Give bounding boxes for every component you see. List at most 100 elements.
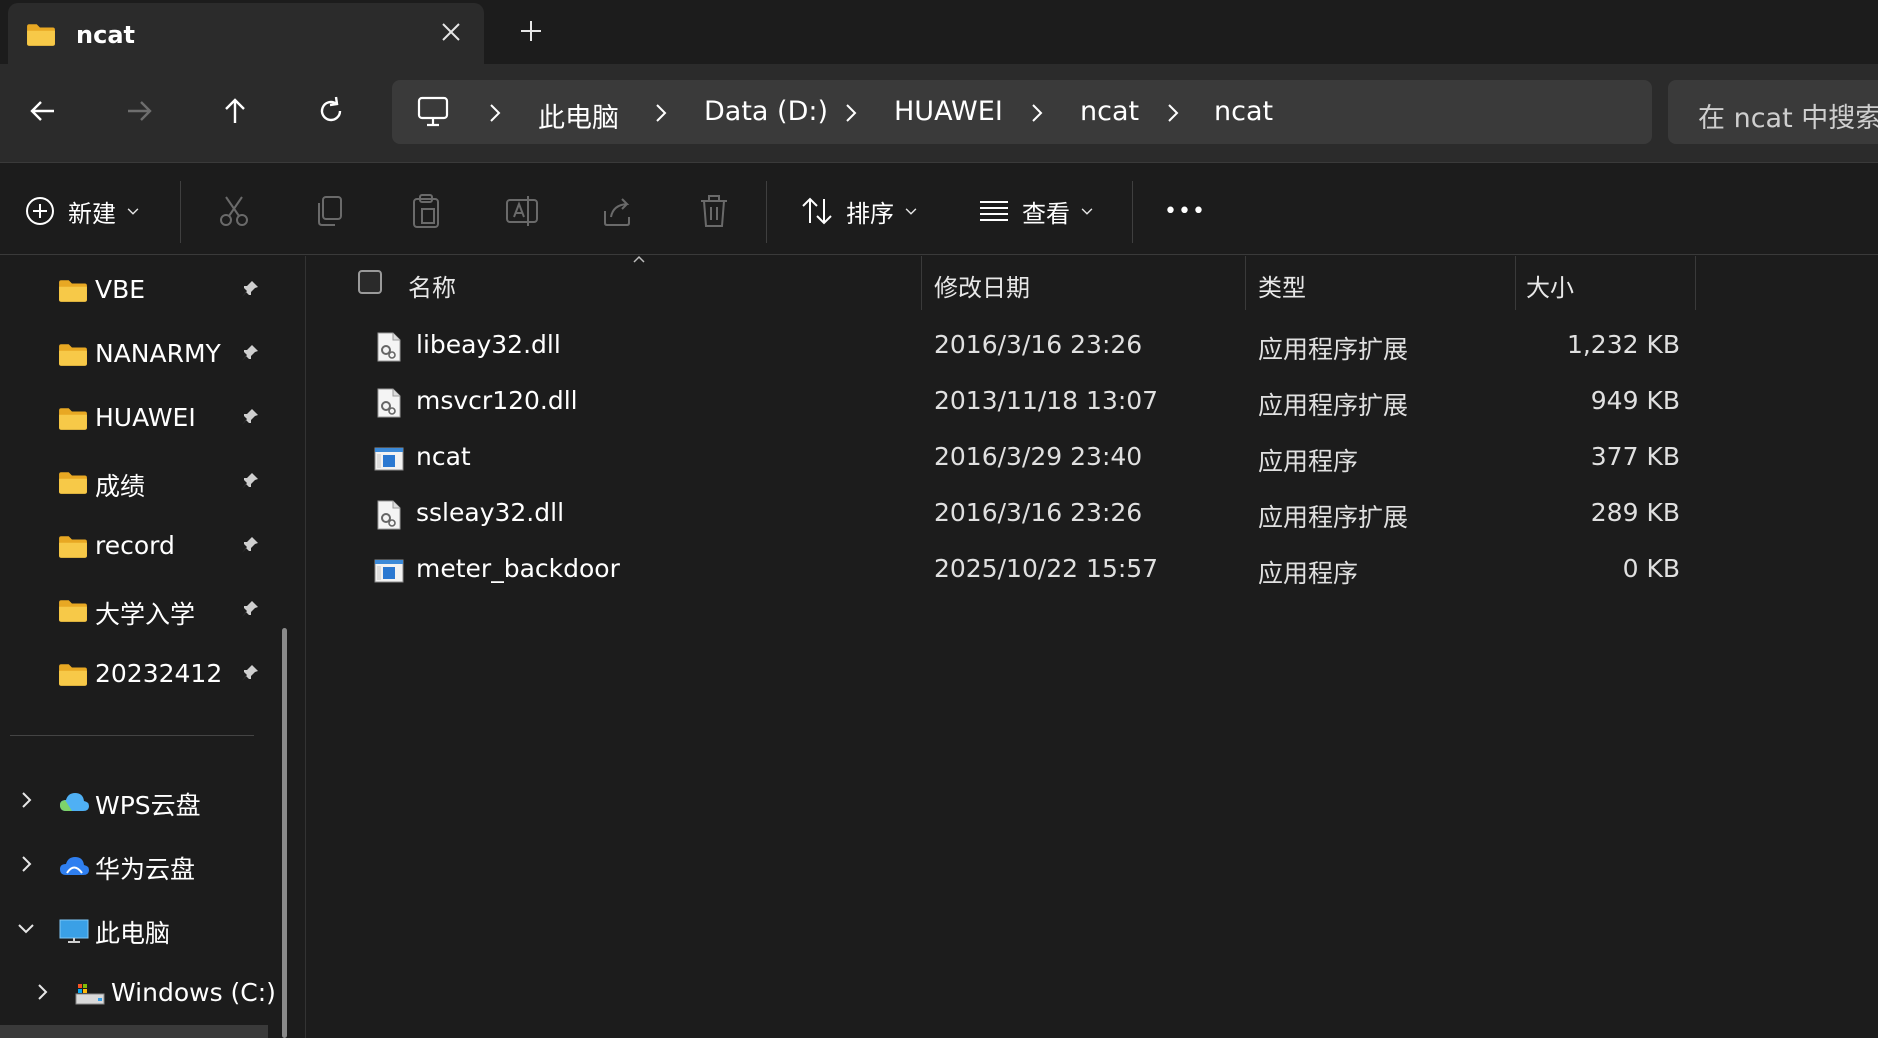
- sidebar-item-vbe[interactable]: VBE: [0, 261, 290, 317]
- pin-icon[interactable]: [240, 599, 260, 619]
- search-input[interactable]: 在 ncat 中搜索: [1668, 80, 1878, 144]
- sidebar-item-huawei[interactable]: HUAWEI: [0, 389, 290, 445]
- tab-ncat[interactable]: ncat: [8, 3, 484, 64]
- column-divider[interactable]: [921, 256, 922, 310]
- file-size: 289 KB: [1590, 498, 1680, 527]
- breadcrumb[interactable]: 此电脑 Data (D:) HUAWEI ncat ncat: [392, 80, 1652, 144]
- chevron-down-icon: [126, 204, 140, 218]
- column-divider[interactable]: [1695, 256, 1696, 310]
- file-row[interactable]: meter_backdoor 2025/10/22 15:57 应用程序 0 K…: [306, 542, 1706, 598]
- sidebar-item-windows-c[interactable]: Windows (C:): [0, 964, 290, 1020]
- wps-cloud-icon: [60, 793, 89, 811]
- pin-icon[interactable]: [240, 471, 260, 491]
- tab-title: ncat: [76, 21, 135, 49]
- pin-icon[interactable]: [240, 535, 260, 555]
- sort-button[interactable]: 排序: [800, 191, 918, 231]
- toolbar-divider: [180, 181, 181, 243]
- folder-icon: [58, 279, 88, 303]
- file-row[interactable]: libeay32.dll 2016/3/16 23:26 应用程序扩展 1,23…: [306, 318, 1706, 374]
- chevron-down-icon: [1080, 204, 1094, 218]
- paste-icon[interactable]: [408, 191, 444, 231]
- breadcrumb-ncat[interactable]: ncat: [1080, 96, 1139, 127]
- file-type: 应用程序: [1258, 447, 1359, 476]
- file-type: 应用程序扩展: [1258, 335, 1409, 364]
- pin-icon[interactable]: [240, 663, 260, 683]
- file-name: meter_backdoor: [416, 554, 620, 583]
- column-divider[interactable]: [1245, 256, 1246, 310]
- sidebar-item-label: 华为云盘: [95, 855, 196, 884]
- file-size: 1,232 KB: [1566, 330, 1680, 359]
- dll-icon: [376, 388, 402, 418]
- column-type[interactable]: 类型: [1258, 268, 1306, 303]
- sidebar-item-label: 成绩: [95, 472, 146, 501]
- file-type: 应用程序: [1258, 559, 1359, 588]
- sidebar-divider: [10, 735, 254, 736]
- breadcrumb-huawei[interactable]: HUAWEI: [894, 96, 1003, 127]
- new-tab-button[interactable]: [516, 16, 546, 46]
- column-name[interactable]: 名称: [408, 268, 456, 303]
- pin-icon[interactable]: [240, 407, 260, 427]
- chevron-right-icon[interactable]: [1028, 102, 1046, 124]
- toolbar-divider: [1132, 181, 1133, 243]
- sidebar-item-university[interactable]: 大学入学: [0, 581, 290, 637]
- file-row[interactable]: msvcr120.dll 2013/11/18 13:07 应用程序扩展 949…: [306, 374, 1706, 430]
- exe-icon: [374, 446, 404, 472]
- view-button[interactable]: 查看: [978, 191, 1094, 231]
- sort-icon: [802, 197, 832, 225]
- rename-icon[interactable]: [504, 191, 540, 231]
- copy-icon[interactable]: [312, 191, 348, 231]
- back-button[interactable]: [26, 94, 60, 128]
- delete-icon[interactable]: [696, 191, 732, 231]
- select-all-checkbox[interactable]: [358, 270, 382, 294]
- share-icon[interactable]: [600, 191, 636, 231]
- column-divider[interactable]: [1515, 256, 1516, 310]
- sidebar-item-record[interactable]: record: [0, 517, 290, 573]
- refresh-button[interactable]: [314, 94, 348, 128]
- chevron-right-icon[interactable]: [1164, 102, 1182, 124]
- sidebar-item-20232412[interactable]: 20232412: [0, 645, 290, 701]
- file-modified: 2016/3/16 23:26: [934, 330, 1143, 359]
- file-list: 名称 修改日期 类型 大小 libeay32.dll 2016/3/16 23:…: [306, 255, 1878, 1038]
- file-modified: 2016/3/16 23:26: [934, 498, 1143, 527]
- breadcrumb-data-d[interactable]: Data (D:): [704, 96, 828, 127]
- chevron-right-icon[interactable]: [486, 102, 504, 124]
- sidebar-item-label: Windows (C:): [111, 978, 276, 1007]
- forward-button[interactable]: [122, 94, 156, 128]
- sidebar-item-wps-cloud[interactable]: WPS云盘: [0, 772, 290, 828]
- column-modified[interactable]: 修改日期: [934, 268, 1030, 303]
- this-pc-icon[interactable]: [416, 96, 450, 128]
- file-name: ssleay32.dll: [416, 498, 565, 527]
- folder-icon: [26, 23, 56, 47]
- sidebar-scrollbar[interactable]: [282, 628, 287, 1038]
- breadcrumb-this-pc[interactable]: 此电脑: [538, 96, 619, 135]
- breadcrumb-ncat-current[interactable]: ncat: [1214, 96, 1273, 127]
- view-list-icon: [980, 201, 1008, 221]
- sidebar-item-this-pc[interactable]: 此电脑: [0, 900, 290, 956]
- up-button[interactable]: [218, 94, 252, 128]
- chevron-down-icon[interactable]: [16, 918, 36, 938]
- sidebar-item-grades[interactable]: 成绩: [0, 453, 290, 509]
- chevron-right-icon[interactable]: [842, 102, 860, 124]
- file-row[interactable]: ncat 2016/3/29 23:40 应用程序 377 KB: [306, 430, 1706, 486]
- this-pc-icon: [59, 919, 89, 943]
- sidebar-item-huawei-cloud[interactable]: 华为云盘: [0, 836, 290, 892]
- pin-icon[interactable]: [240, 279, 260, 299]
- new-label: 新建: [68, 199, 116, 228]
- tab-strip: ncat: [0, 0, 1878, 64]
- more-options-button[interactable]: •••: [1164, 191, 1206, 231]
- chevron-right-icon[interactable]: [652, 102, 670, 124]
- cut-icon[interactable]: [216, 191, 252, 231]
- folder-icon: [58, 407, 88, 431]
- sidebar-item-nanarmy[interactable]: NANARMY: [0, 325, 290, 381]
- chevron-right-icon[interactable]: [16, 854, 36, 874]
- chevron-right-icon[interactable]: [32, 982, 52, 1002]
- sort-label: 排序: [846, 199, 894, 228]
- file-row[interactable]: ssleay32.dll 2016/3/16 23:26 应用程序扩展 289 …: [306, 486, 1706, 542]
- pin-icon[interactable]: [240, 343, 260, 363]
- sidebar-item-label: 大学入学: [95, 600, 196, 629]
- sidebar-item-label: 20232412: [95, 659, 223, 688]
- close-icon[interactable]: [436, 17, 466, 47]
- column-size[interactable]: 大小: [1526, 268, 1574, 303]
- chevron-right-icon[interactable]: [16, 790, 36, 810]
- new-button[interactable]: 新建: [24, 191, 140, 231]
